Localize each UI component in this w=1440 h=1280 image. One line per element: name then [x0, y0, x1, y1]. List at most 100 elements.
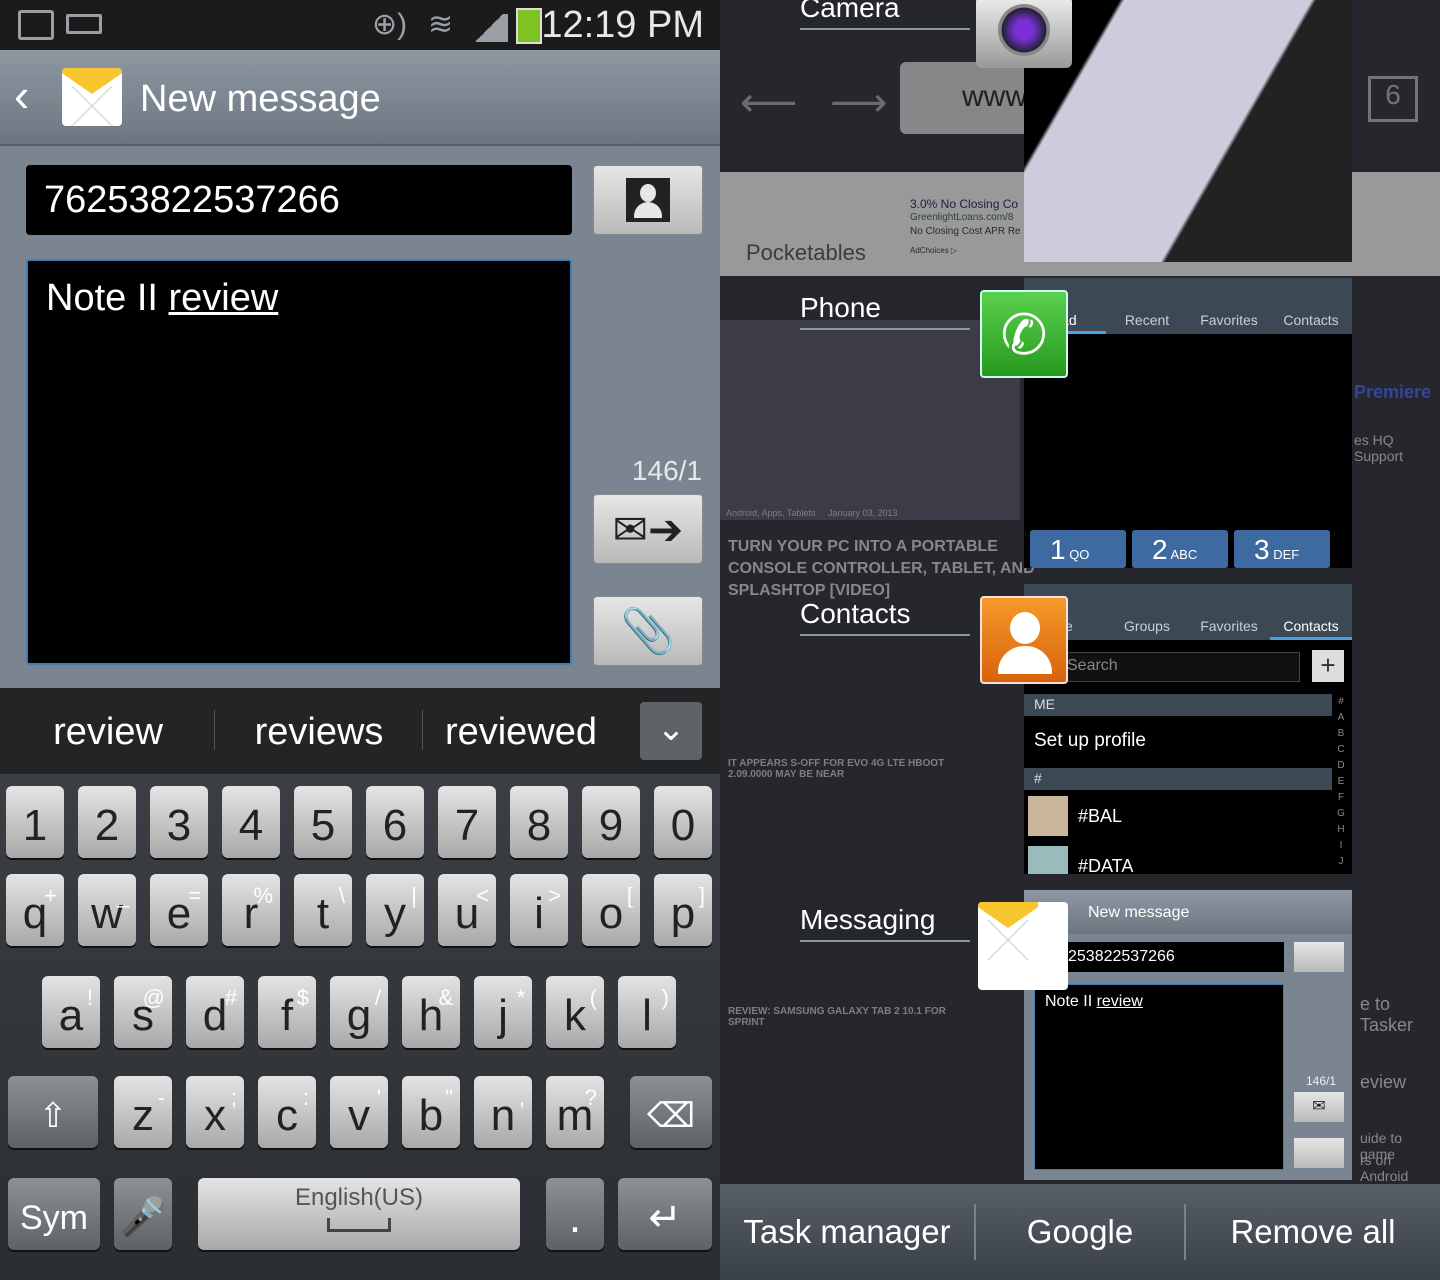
- google-button[interactable]: Google: [976, 1184, 1184, 1280]
- key-z-label: z: [132, 1091, 154, 1140]
- key-8[interactable]: 8: [510, 786, 568, 858]
- phone-tab-3[interactable]: Contacts: [1270, 278, 1352, 334]
- space-key[interactable]: English(US): [198, 1178, 520, 1250]
- index-letter[interactable]: H: [1334, 822, 1348, 838]
- key-v[interactable]: v ': [330, 1076, 388, 1148]
- key-f[interactable]: f $: [258, 976, 316, 1048]
- back-icon[interactable]: ‹: [14, 70, 29, 120]
- key-2[interactable]: 2: [78, 786, 136, 858]
- recent-contacts-thumbnail[interactable]: neGroupsFavoritesContacts Search + ME Se…: [1024, 584, 1352, 877]
- key-6[interactable]: 6: [366, 786, 424, 858]
- key-s[interactable]: s @: [114, 976, 172, 1048]
- contacts-tab-1[interactable]: Groups: [1106, 584, 1188, 640]
- key-p[interactable]: p]: [654, 874, 712, 946]
- dialpad-key-1[interactable]: 1 QO: [1030, 530, 1126, 568]
- key-n[interactable]: n,: [474, 1076, 532, 1148]
- key-y[interactable]: y |: [366, 874, 424, 946]
- index-letter[interactable]: D: [1334, 758, 1348, 774]
- side-link-4: rs on Android: [1360, 1152, 1409, 1184]
- suggestion-2[interactable]: reviews: [216, 688, 422, 774]
- key-b[interactable]: b ": [402, 1076, 460, 1148]
- key-i[interactable]: i >: [510, 874, 568, 946]
- recent-camera-thumbnail[interactable]: [1024, 0, 1352, 262]
- sidebar-support: Support: [1354, 448, 1404, 464]
- dialpad-key-2[interactable]: 2 ABC: [1132, 530, 1228, 568]
- suggestion-bar: review reviews reviewed ⌄: [0, 688, 720, 774]
- key-g[interactable]: g /: [330, 976, 388, 1048]
- recent-messaging-label[interactable]: Messaging: [800, 904, 970, 942]
- recent-phone-thumbnail[interactable]: padRecentFavoritesContacts 1 QO2 ABC3 DE…: [1024, 278, 1352, 568]
- phone-tab-1[interactable]: Recent: [1106, 278, 1188, 334]
- key-4[interactable]: 4: [222, 786, 280, 858]
- backspace-key-icon[interactable]: ⌫: [630, 1076, 712, 1148]
- key-1[interactable]: 1: [6, 786, 64, 858]
- story-1: IT APPEARS S-OFF FOR EVO 4G LTE HBOOT 2.…: [728, 758, 945, 780]
- voice-input-microphone-icon[interactable]: 🎤: [114, 1178, 172, 1250]
- period-key[interactable]: .: [546, 1178, 604, 1250]
- key-e[interactable]: e =: [150, 874, 208, 946]
- index-letter[interactable]: F: [1334, 790, 1348, 806]
- index-letter[interactable]: E: [1334, 774, 1348, 790]
- key-9[interactable]: 9: [582, 786, 640, 858]
- index-letter[interactable]: J: [1334, 854, 1348, 870]
- key-a[interactable]: a!: [42, 976, 100, 1048]
- key-7[interactable]: 7: [438, 786, 496, 858]
- recent-contacts-label[interactable]: Contacts: [800, 598, 970, 636]
- recipient-field[interactable]: 76253822537266: [26, 165, 572, 235]
- key-h[interactable]: h &: [402, 976, 460, 1048]
- key-d[interactable]: d #: [186, 976, 244, 1048]
- contacts-tab-2[interactable]: Favorites: [1188, 584, 1270, 640]
- title-bar: ‹ New message: [0, 50, 720, 146]
- index-letter[interactable]: C: [1334, 742, 1348, 758]
- key-3[interactable]: 3: [150, 786, 208, 858]
- key-r[interactable]: r%: [222, 874, 280, 946]
- key-j[interactable]: j *: [474, 976, 532, 1048]
- shift-key-arrow-up-icon[interactable]: ⇧: [8, 1076, 98, 1148]
- sym-key[interactable]: Sym: [8, 1178, 100, 1250]
- contacts-tab-3[interactable]: Contacts: [1270, 584, 1352, 640]
- contacts-picker-button[interactable]: [593, 165, 703, 235]
- send-button[interactable]: ✉➔: [593, 494, 703, 564]
- key-w[interactable]: w _: [78, 874, 136, 946]
- message-body-field[interactable]: Note II review: [26, 259, 572, 665]
- recent-phone-label[interactable]: Phone: [800, 292, 970, 330]
- page-title: New message: [140, 78, 381, 120]
- expand-suggestions-chevron-down-icon[interactable]: ⌄: [640, 702, 702, 760]
- index-letter[interactable]: A: [1334, 710, 1348, 726]
- phone-tab-2[interactable]: Favorites: [1188, 278, 1270, 334]
- key-p-secondary: ]: [698, 883, 705, 908]
- key-x[interactable]: x;: [186, 1076, 244, 1148]
- suggestion-1[interactable]: review: [0, 688, 216, 774]
- enter-key-icon[interactable]: ↵: [618, 1178, 712, 1250]
- recent-camera-label[interactable]: Camera: [800, 0, 970, 30]
- key-c[interactable]: c:: [258, 1076, 316, 1148]
- index-letter[interactable]: B: [1334, 726, 1348, 742]
- recent-messaging-thumbnail[interactable]: New message 253822537266 Note II review …: [1024, 890, 1352, 1180]
- keyboard-icon: [66, 14, 102, 34]
- key-z[interactable]: z-: [114, 1076, 172, 1148]
- index-letter[interactable]: G: [1334, 806, 1348, 822]
- index-letter[interactable]: I: [1334, 838, 1348, 854]
- key-l[interactable]: l): [618, 976, 676, 1048]
- key-o[interactable]: o[: [582, 874, 640, 946]
- key-k[interactable]: k(: [546, 976, 604, 1048]
- dialpad-key-3[interactable]: 3 DEF: [1234, 530, 1330, 568]
- contact-entry-2[interactable]: #DATA: [1078, 856, 1133, 877]
- task-manager-button[interactable]: Task manager: [720, 1184, 974, 1280]
- key-0[interactable]: 0: [654, 786, 712, 858]
- contact-entry-1[interactable]: #BAL: [1078, 806, 1122, 827]
- attach-button[interactable]: 📎: [593, 596, 703, 666]
- key-q[interactable]: q +: [6, 874, 64, 946]
- key-t[interactable]: t \: [294, 874, 352, 946]
- signal-icon: [470, 14, 508, 42]
- setup-profile-item[interactable]: Set up profile: [1034, 730, 1146, 752]
- key-m[interactable]: m?: [546, 1076, 604, 1148]
- key-5[interactable]: 5: [294, 786, 352, 858]
- contacts-search-field[interactable]: Search: [1028, 652, 1300, 682]
- add-contact-plus-icon[interactable]: +: [1312, 650, 1344, 682]
- index-letter[interactable]: #: [1334, 694, 1348, 710]
- alphabet-index[interactable]: # A B C D E F G H I J: [1334, 694, 1348, 870]
- remove-all-button[interactable]: Remove all: [1186, 1184, 1440, 1280]
- suggestion-3[interactable]: reviewed: [424, 688, 618, 774]
- key-u[interactable]: u <: [438, 874, 496, 946]
